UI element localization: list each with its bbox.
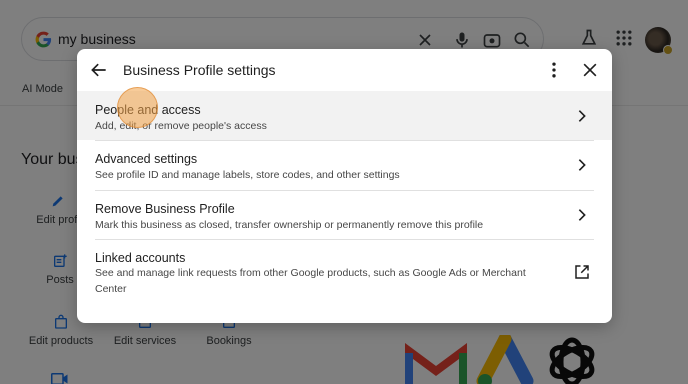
item-title: Linked accounts xyxy=(95,251,186,265)
more-vert-icon[interactable] xyxy=(544,60,564,80)
chevron-right-icon xyxy=(578,159,586,171)
people-and-access-item[interactable]: People and access Add, edit, or remove p… xyxy=(77,91,612,140)
advanced-settings-item[interactable]: Advanced settings See profile ID and man… xyxy=(77,141,612,190)
item-title: Advanced settings xyxy=(95,152,198,166)
dialog-title: Business Profile settings xyxy=(123,62,276,78)
item-subtitle: Add, edit, or remove people's access xyxy=(95,120,267,132)
item-subtitle: See profile ID and manage labels, store … xyxy=(95,169,400,181)
item-subtitle: Mark this business as closed, transfer o… xyxy=(95,219,484,231)
chevron-right-icon xyxy=(578,209,586,221)
business-profile-settings-dialog: Business Profile settings People and acc… xyxy=(77,49,612,323)
click-indicator xyxy=(117,87,158,128)
item-subtitle: See and manage link requests from other … xyxy=(95,267,526,295)
dialog-header: Business Profile settings xyxy=(77,49,612,91)
open-in-new-icon xyxy=(575,265,589,279)
linked-accounts-item[interactable]: Linked accounts See and manage link requ… xyxy=(77,240,612,310)
close-icon[interactable] xyxy=(580,60,600,80)
chevron-right-icon xyxy=(578,110,586,122)
remove-business-profile-item[interactable]: Remove Business Profile Mark this busine… xyxy=(77,191,612,240)
back-arrow-icon[interactable] xyxy=(89,60,109,80)
item-title: Remove Business Profile xyxy=(95,202,235,216)
